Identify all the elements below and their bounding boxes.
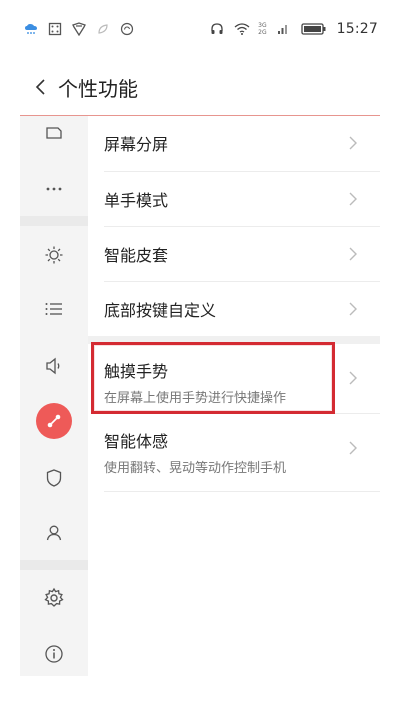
chevron-right-icon xyxy=(349,302,357,316)
personal-feature-icon xyxy=(47,414,61,428)
list-divider xyxy=(104,491,380,492)
more-icon xyxy=(46,187,62,191)
rail-item-about[interactable] xyxy=(20,627,88,681)
status-right: 3G 2G 15:27 xyxy=(210,21,378,37)
status-left xyxy=(24,22,134,36)
cloud-notification-icon xyxy=(24,22,38,36)
headset-icon xyxy=(210,22,224,36)
list-item-title: 智能体感 xyxy=(104,432,169,451)
chevron-right-icon xyxy=(349,247,357,261)
rail-item-list[interactable] xyxy=(20,282,88,336)
list-item-title: 智能皮套 xyxy=(104,246,169,265)
network-type: 3G 2G xyxy=(258,22,266,36)
list-item-smart-motion[interactable]: 智能体感 使用翻转、晃动等动作控制手机 xyxy=(88,414,380,482)
rail-gap-2 xyxy=(20,560,88,570)
shield-icon xyxy=(46,469,62,487)
list-item-title: 触摸手势 xyxy=(104,362,169,381)
tablet-icon xyxy=(46,127,62,139)
status-bar: 3G 2G 15:27 xyxy=(0,0,400,58)
rail-item-more[interactable] xyxy=(20,162,88,216)
network-type-bottom: 2G xyxy=(258,29,267,36)
list-item-subtitle: 使用翻转、晃动等动作控制手机 xyxy=(104,461,287,476)
page-title: 个性功能 xyxy=(58,76,138,101)
rail-gap xyxy=(20,216,88,226)
wifi-icon xyxy=(234,22,250,36)
rail-item-sound[interactable] xyxy=(20,339,88,393)
chevron-right-icon xyxy=(349,192,357,206)
list-item-touch-gestures[interactable]: 触摸手势 在屏幕上使用手势进行快捷操作 xyxy=(88,344,380,412)
shield-notification-icon xyxy=(72,22,86,36)
rail-active-indicator xyxy=(36,403,72,439)
battery-icon xyxy=(300,22,327,36)
signal-icon xyxy=(277,22,291,36)
chevron-left-icon xyxy=(35,79,45,95)
list-item-smart-cover[interactable]: 智能皮套 xyxy=(88,227,380,281)
speaker-icon xyxy=(46,357,60,375)
list-item-one-hand-mode[interactable]: 单手模式 xyxy=(88,172,380,226)
leaf-notification-icon xyxy=(96,22,110,36)
status-time: 15:27 xyxy=(336,21,378,37)
rail-item-tablet[interactable] xyxy=(20,106,88,160)
list-item-bottom-keys[interactable]: 底部按键自定义 xyxy=(88,282,380,336)
section-gap xyxy=(88,336,380,344)
sync-notification-icon xyxy=(120,22,134,36)
info-icon xyxy=(45,645,63,663)
network-type-top: 3G xyxy=(258,22,267,29)
feature-list: 屏幕分屏 单手模式 智能皮套 底部按键自定义 触摸手势 在屏幕上使用手势进行快捷… xyxy=(88,116,380,676)
list-item-title: 单手模式 xyxy=(104,191,169,210)
list-item-split-screen[interactable]: 屏幕分屏 xyxy=(88,116,380,170)
rail-item-settings[interactable] xyxy=(20,571,88,625)
rail-item-security[interactable] xyxy=(20,451,88,505)
account-icon xyxy=(46,525,62,541)
list-item-title: 底部按键自定义 xyxy=(104,301,217,320)
screen: 3G 2G 15:27 个性功能 屏幕分屏 单手模式 智能皮套 底部按键自定义 … xyxy=(0,0,400,711)
chevron-right-icon xyxy=(349,441,357,455)
list-item-subtitle: 在屏幕上使用手势进行快捷操作 xyxy=(104,391,287,406)
chevron-right-icon xyxy=(349,136,357,150)
rail-item-display[interactable] xyxy=(20,228,88,282)
list-icon xyxy=(45,303,62,315)
settings-icon xyxy=(44,587,64,607)
rail-item-personal-features[interactable] xyxy=(20,394,88,448)
app-notification-icon xyxy=(48,22,62,36)
brightness-icon xyxy=(45,246,63,264)
chevron-right-icon xyxy=(349,371,357,385)
side-rail xyxy=(20,116,88,676)
rail-item-accounts[interactable] xyxy=(20,506,88,560)
list-item-title: 屏幕分屏 xyxy=(104,135,169,154)
